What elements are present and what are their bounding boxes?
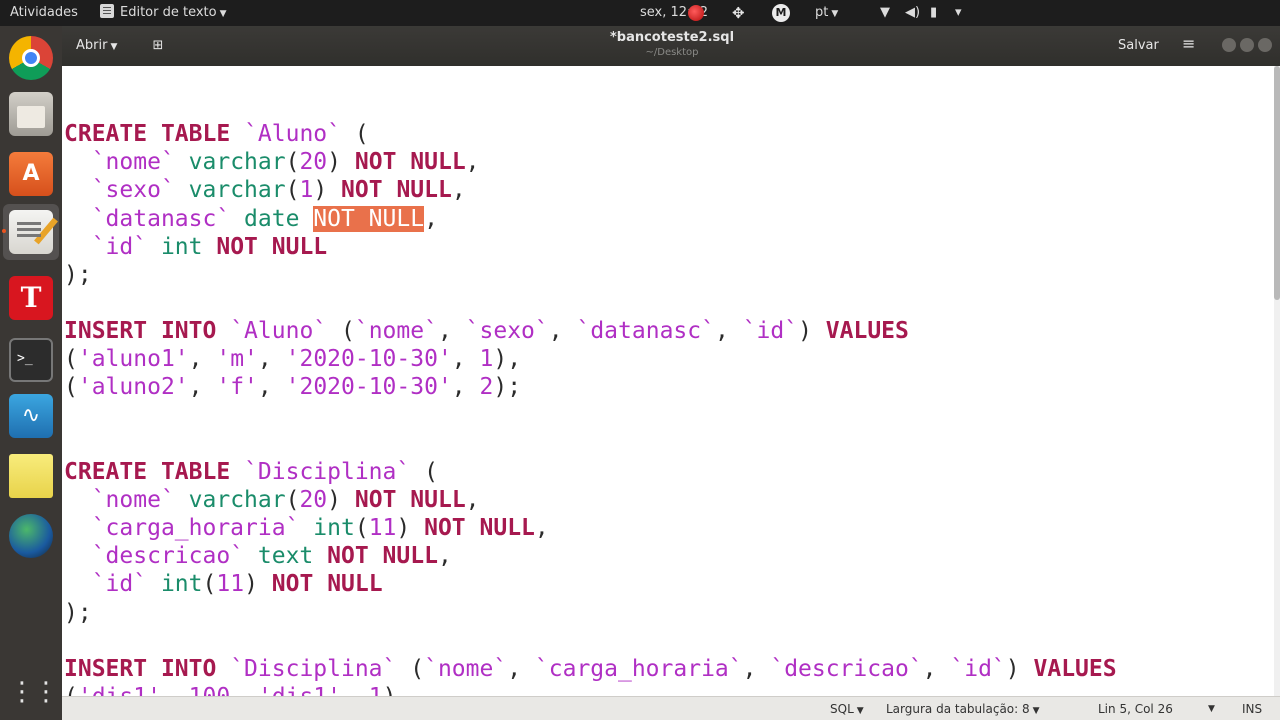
- code-line[interactable]: [64, 627, 1117, 655]
- minimize-button[interactable]: [1222, 38, 1236, 52]
- code-line[interactable]: INSERT INTO `Disciplina` (`nome`, `carga…: [64, 655, 1117, 683]
- scrollbar-thumb[interactable]: [1274, 66, 1280, 300]
- new-document-icon[interactable]: ⊞: [148, 36, 168, 56]
- language-label: pt: [815, 5, 829, 20]
- insert-mode: INS: [1242, 702, 1263, 716]
- chevron-down-icon: ▼: [110, 42, 118, 52]
- window-title: *bancoteste2.sql ~/Desktop: [542, 30, 802, 60]
- terminal-icon[interactable]: >_: [9, 338, 53, 382]
- code-line[interactable]: CREATE TABLE `Aluno` (: [64, 120, 1117, 148]
- code-line[interactable]: ('aluno1', 'm', '2020-10-30', 1),: [64, 345, 1117, 373]
- system-monitor-icon[interactable]: ∿: [9, 394, 53, 438]
- tab-width-selector[interactable]: Largura da tabulação: 8 ▼: [886, 701, 1040, 719]
- volume-icon[interactable]: ◀): [905, 5, 920, 21]
- notes-icon[interactable]: [9, 454, 53, 498]
- code-line[interactable]: ('aluno2', 'f', '2020-10-30', 2);: [64, 373, 1117, 401]
- cursor-position[interactable]: Lin 5, Col 26: [1098, 701, 1173, 717]
- language-indicator[interactable]: pt ▼: [815, 5, 838, 21]
- language-selector-label: SQL: [830, 702, 854, 716]
- maximize-button[interactable]: [1240, 38, 1254, 52]
- code-line[interactable]: `nome` varchar(20) NOT NULL,: [64, 486, 1117, 514]
- headerbar: Abrir ▼ ⊞ *bancoteste2.sql ~/Desktop Salv…: [62, 26, 1280, 66]
- top-panel: Atividades Editor de texto ▼ sex, 12:22 ✥…: [0, 0, 1280, 26]
- code-area[interactable]: CREATE TABLE `Aluno` ( `nome` varchar(20…: [64, 92, 1117, 696]
- code-line[interactable]: `datanasc` date NOT NULL,: [64, 205, 1117, 233]
- text-editor-icon[interactable]: [9, 210, 58, 254]
- code-line[interactable]: `sexo` varchar(1) NOT NULL,: [64, 176, 1117, 204]
- puzzle-icon[interactable]: ✥: [732, 5, 745, 21]
- open-button[interactable]: Abrir ▼: [76, 36, 117, 56]
- document-title: *bancoteste2.sql: [609, 30, 735, 45]
- code-line[interactable]: `id` int(11) NOT NULL: [64, 570, 1117, 598]
- code-line[interactable]: [64, 289, 1117, 317]
- code-line[interactable]: `nome` varchar(20) NOT NULL,: [64, 148, 1117, 176]
- t-app-icon[interactable]: T: [9, 276, 53, 320]
- close-button[interactable]: [1258, 38, 1272, 52]
- show-applications-icon[interactable]: ⋮⋮⋮: [9, 670, 83, 714]
- code-editor[interactable]: CREATE TABLE `Aluno` ( `nome` varchar(20…: [62, 66, 1280, 696]
- code-line[interactable]: [64, 402, 1117, 430]
- battery-icon[interactable]: ▮: [930, 5, 937, 21]
- chevron-down-icon: ▼: [219, 9, 227, 19]
- app-menu[interactable]: Editor de texto ▼: [100, 0, 227, 26]
- activities-button[interactable]: Atividades: [10, 0, 78, 26]
- app-menu-label: Editor de texto: [120, 5, 217, 20]
- code-line[interactable]: );: [64, 261, 1117, 289]
- chevron-down-icon: ▼: [856, 706, 864, 716]
- code-line[interactable]: [64, 430, 1117, 458]
- open-button-label: Abrir: [76, 38, 108, 53]
- network-icon[interactable]: ▼: [880, 5, 890, 21]
- chevron-down-icon: ▼: [831, 9, 839, 19]
- code-line[interactable]: ('dis1', 100, 'dis1', 1),: [64, 683, 1117, 696]
- code-line[interactable]: `id` int NOT NULL: [64, 233, 1117, 261]
- chrome-icon[interactable]: [9, 36, 53, 80]
- hamburger-menu-icon[interactable]: ≡: [1182, 34, 1195, 54]
- chevron-down-icon[interactable]: ▼: [1208, 701, 1215, 717]
- power-menu-icon[interactable]: ▾: [955, 5, 962, 21]
- tab-width-label: Largura da tabulação: 8: [886, 702, 1030, 716]
- code-line[interactable]: [64, 92, 1117, 120]
- save-button[interactable]: Salvar: [1118, 36, 1159, 56]
- m-icon[interactable]: M: [772, 4, 790, 22]
- document-path: ~/Desktop: [645, 47, 699, 58]
- language-selector[interactable]: SQL ▼: [830, 701, 864, 719]
- code-line[interactable]: `descricao` text NOT NULL,: [64, 542, 1117, 570]
- text-editor-icon: [100, 4, 114, 18]
- code-line[interactable]: `carga_horaria` int(11) NOT NULL,: [64, 514, 1117, 542]
- globe-icon[interactable]: [9, 514, 53, 558]
- code-line[interactable]: INSERT INTO `Aluno` (`nome`, `sexo`, `da…: [64, 317, 1117, 345]
- statusbar: SQL ▼ Largura da tabulação: 8 ▼ Lin 5, Col…: [62, 696, 1280, 720]
- software-center-icon[interactable]: A: [9, 152, 53, 196]
- chevron-down-icon: ▼: [1032, 706, 1040, 716]
- selected-text[interactable]: NOT NULL: [313, 205, 425, 232]
- files-icon[interactable]: [9, 92, 53, 136]
- dock: A T >_ ∿ ⋮⋮⋮: [0, 26, 83, 720]
- running-indicator: [2, 229, 6, 233]
- record-icon[interactable]: [688, 5, 704, 21]
- code-line[interactable]: );: [64, 599, 1117, 627]
- code-line[interactable]: CREATE TABLE `Disciplina` (: [64, 458, 1117, 486]
